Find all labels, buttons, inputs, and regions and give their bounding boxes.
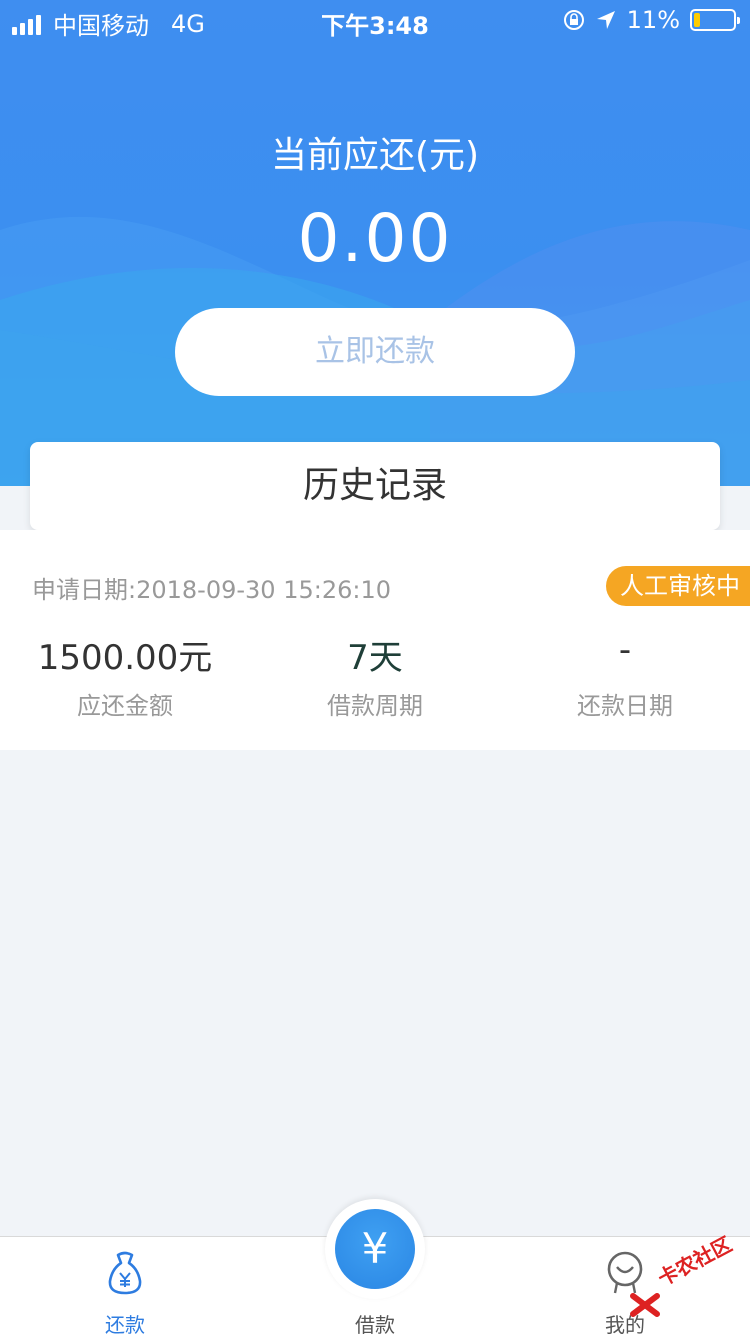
money-bag-icon <box>108 1251 142 1295</box>
apply-date: 申请日期:2018-09-30 15:26:10 <box>32 576 391 604</box>
location-arrow-icon <box>596 11 615 29</box>
stat-label: 应还金额 <box>77 692 173 720</box>
stat-value: - <box>618 630 632 670</box>
stat-repay-amount: 1500.00元 应还金额 <box>0 630 250 721</box>
rotation-lock-icon <box>563 10 584 30</box>
stat-loan-period: 7天 借款周期 <box>250 630 500 721</box>
battery-percent: 11% <box>626 6 680 34</box>
due-amount-value: 0.00 <box>297 200 453 277</box>
stat-value: 7天 <box>347 638 403 678</box>
history-record[interactable]: 申请日期:2018-09-30 15:26:10 人工审核中 1500.00元 … <box>0 530 750 750</box>
status-bar: 中国移动 4G 下午3:48 11% <box>0 0 750 40</box>
tab-label: 还款 <box>105 1313 145 1334</box>
battery-icon <box>690 9 740 31</box>
stat-repay-date: - 还款日期 <box>500 630 750 721</box>
watermark-logo-icon <box>630 1293 660 1317</box>
tab-borrow[interactable]: ¥ 借款 <box>250 1199 500 1334</box>
tab-repay[interactable]: 还款 <box>0 1237 250 1334</box>
yen-icon: ¥ <box>335 1209 415 1289</box>
hero-banner: 中国移动 4G 下午3:48 11% 当前应还(元) 0.00 立即还款 <box>0 0 750 486</box>
due-amount-label: 当前应还(元) <box>270 135 480 176</box>
watermark: 卡农社区 <box>630 1232 740 1317</box>
history-header: 历史记录 <box>30 442 720 530</box>
stat-value: 1500.00元 <box>37 638 213 678</box>
stat-label: 还款日期 <box>577 692 673 720</box>
repay-now-button[interactable]: 立即还款 <box>175 308 575 396</box>
status-badge: 人工审核中 <box>606 566 750 606</box>
stat-label: 借款周期 <box>327 692 423 720</box>
tab-label: 借款 <box>355 1313 395 1334</box>
